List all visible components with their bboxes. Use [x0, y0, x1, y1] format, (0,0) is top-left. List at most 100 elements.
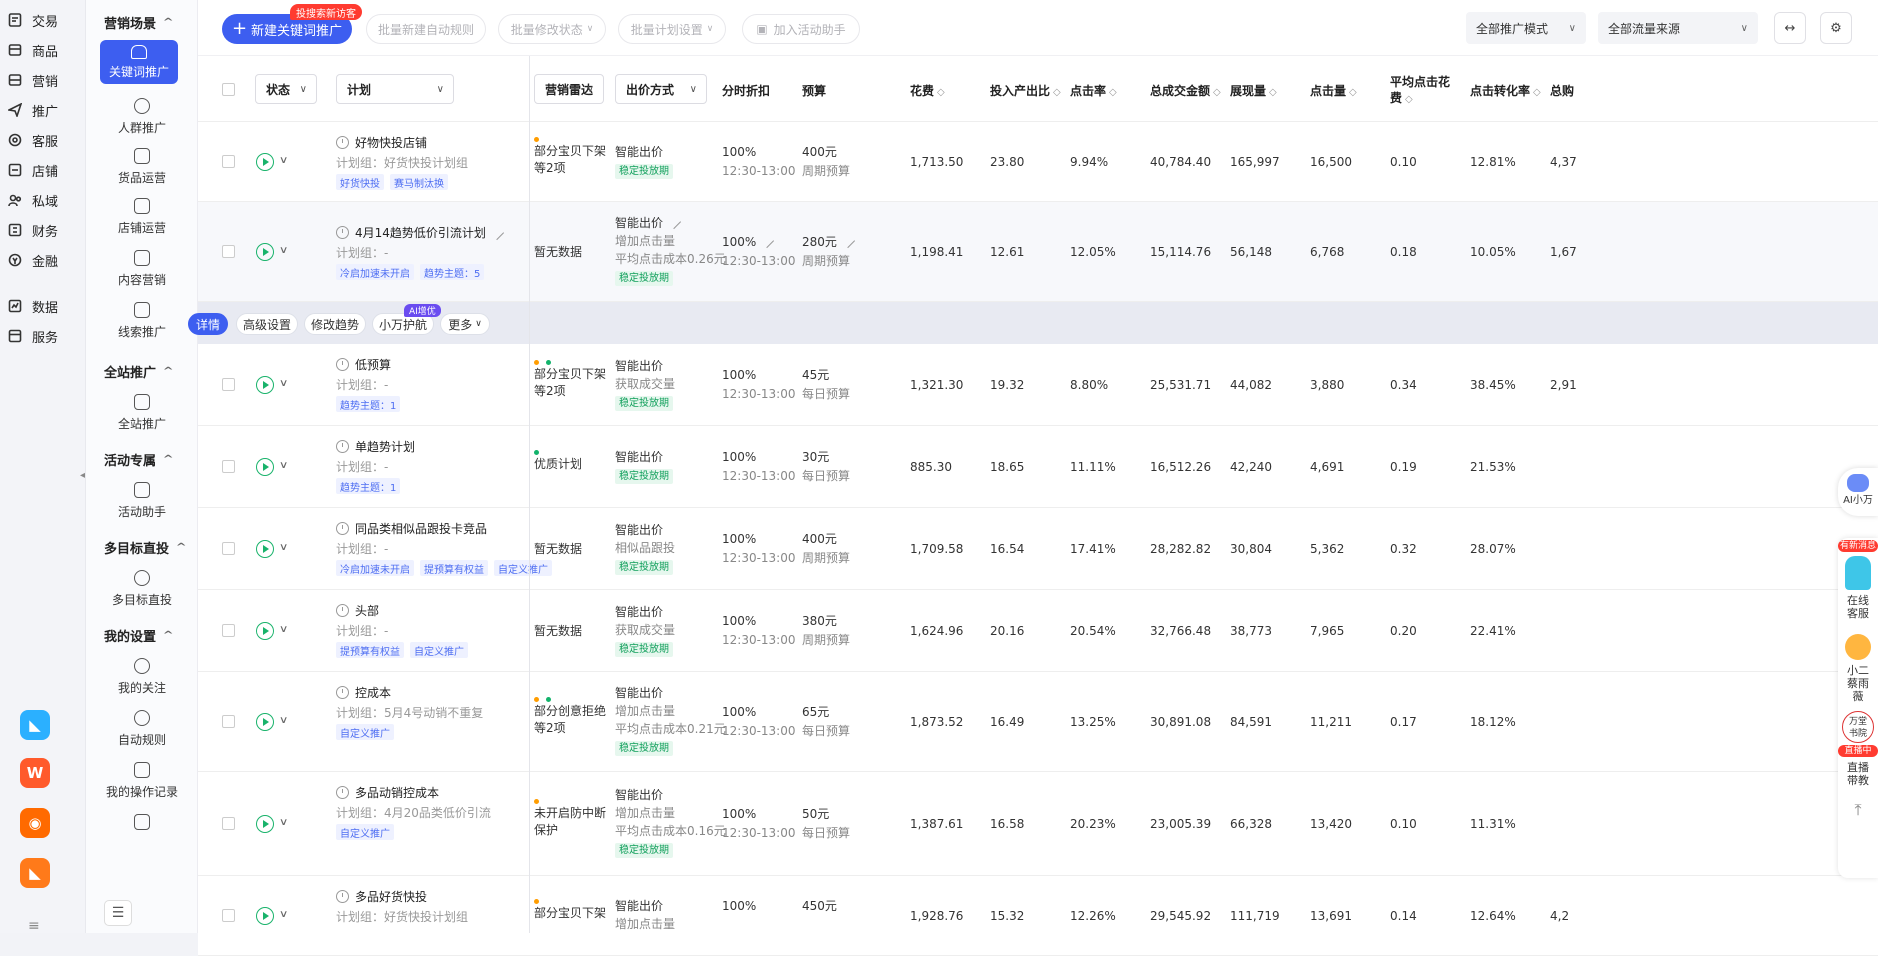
nav-item-private[interactable]: 私域	[8, 190, 58, 210]
impressions-header[interactable]: 展现量 ◇	[1230, 82, 1277, 99]
subnav-item-crowd[interactable]: 人群推广	[86, 98, 198, 136]
more-button[interactable]: 更多 ∨	[440, 313, 490, 335]
plan-name[interactable]: 低预算	[336, 356, 391, 373]
promotion-mode-select[interactable]: 全部推广模式 ∨	[1466, 12, 1586, 44]
chevron-down-icon[interactable]: ∨	[279, 378, 289, 389]
subnav-item-site-wide[interactable]: 全站推广	[86, 394, 198, 432]
subnav-item-content[interactable]: 内容营销	[86, 250, 198, 288]
subnav-item-store-ops[interactable]: 店铺运营	[86, 198, 198, 236]
traffic-source-select[interactable]: 全部流量来源 ∨	[1598, 12, 1758, 44]
collapse-sidebar-button[interactable]: ☰	[104, 900, 132, 926]
subnav-item-keyword-promotion[interactable]: 关键词推广	[100, 40, 178, 84]
plan-tag[interactable]: 冷启加速未开启	[336, 560, 414, 576]
table-row[interactable]: ∨ 头部 计划组：- 提预算有权益 自定义推广 暂无数据 智能出价 获取成交量 稳定投放期 100…	[198, 590, 1878, 672]
nav-item-goods[interactable]: 商品	[8, 40, 58, 60]
cvr-header[interactable]: 点击转化率 ◇	[1470, 82, 1541, 99]
edit-icon[interactable]	[666, 214, 682, 230]
plan-name[interactable]: 好物快投店铺	[336, 134, 427, 151]
plan-tag[interactable]: 好货快投	[336, 174, 384, 190]
chevron-down-icon[interactable]: ∨	[279, 624, 289, 635]
plan-tag[interactable]: 提预算有权益	[336, 642, 404, 658]
play-status-icon[interactable]	[256, 243, 274, 261]
chevron-down-icon[interactable]: ∨	[279, 460, 289, 471]
play-status-icon[interactable]	[256, 153, 274, 171]
subnav-item-op-log[interactable]: 我的操作记录	[86, 762, 198, 800]
assistant-button[interactable]: 小二 蔡雨薇	[1838, 664, 1878, 703]
subnav-group-my-settings[interactable]: 我的设置 ^	[104, 626, 174, 645]
subnav-group-site-wide[interactable]: 全站推广 ^	[104, 362, 174, 381]
plan-tag[interactable]: 趋势主题：1	[336, 396, 401, 412]
plan-tag[interactable]: 自定义推广	[336, 724, 394, 740]
nav-item-orders[interactable]: 交易	[8, 10, 58, 30]
chevron-down-icon[interactable]: ∨	[279, 909, 289, 920]
modify-trend-button[interactable]: 修改趋势	[304, 313, 366, 335]
advanced-settings-button[interactable]: 高级设置	[236, 313, 298, 335]
nav-item-promotion[interactable]: 推广	[8, 100, 58, 120]
add-activity-helper-button[interactable]: ▣ 加入活动助手	[742, 14, 860, 44]
subnav-group-multi-target[interactable]: 多目标直投 ^	[104, 538, 187, 557]
plan-filter[interactable]: 计划 ∨	[336, 74, 454, 104]
app-icon-4[interactable]: ◣	[20, 858, 50, 888]
nav-item-store[interactable]: 店铺	[8, 160, 58, 180]
table-row[interactable]: ∨ 低预算 计划组：- 趋势主题：1 部分宝贝下架 等2项 智能出价 获取成交量 稳定投放期 10…	[198, 344, 1878, 426]
row-checkbox[interactable]	[222, 542, 235, 555]
plan-name[interactable]: 头部	[336, 602, 379, 619]
plan-name[interactable]: 单趋势计划	[336, 438, 415, 455]
edit-icon[interactable]	[489, 225, 504, 240]
status-filter[interactable]: 状态 ∨	[255, 74, 317, 104]
plan-name[interactable]: 控成本	[336, 684, 391, 701]
cost-header[interactable]: 花费 ◇	[910, 82, 945, 99]
chevron-down-icon[interactable]: ∨	[279, 155, 289, 166]
edit-icon[interactable]	[760, 233, 775, 249]
play-status-icon[interactable]	[256, 713, 274, 731]
row-checkbox[interactable]	[222, 378, 235, 391]
play-status-icon[interactable]	[256, 458, 274, 476]
detail-button[interactable]: 详情	[188, 313, 228, 335]
app-icon-3[interactable]: ◉	[20, 808, 50, 838]
academy-badge[interactable]: 万堂 书院	[1842, 711, 1874, 743]
nav-item-service[interactable]: 客服	[8, 130, 58, 150]
nav-item-finance[interactable]: 财务	[8, 220, 58, 240]
clicks-header[interactable]: 点击量 ◇	[1310, 82, 1357, 99]
subnav-item-goods-ops[interactable]: 货品运营	[86, 148, 198, 186]
plan-name[interactable]: 多品好货快投	[336, 888, 427, 905]
edit-icon[interactable]	[840, 233, 855, 249]
play-status-icon[interactable]	[256, 907, 274, 925]
table-row[interactable]: ∨ 好物快投店铺 计划组：好货快投计划组 好货快投 赛马制汰换 部分宝贝下架 等2项 智能出价…	[198, 122, 1878, 202]
chevron-down-icon[interactable]: ∨	[279, 817, 289, 828]
row-checkbox[interactable]	[222, 817, 235, 830]
bulk-plan-button[interactable]: 批量计划设置 ∨	[618, 14, 726, 44]
chevron-down-icon[interactable]: ∨	[279, 245, 289, 256]
plan-tag[interactable]: 赛马制汰换	[390, 174, 448, 190]
subnav-group-activity[interactable]: 活动专属 ^	[104, 450, 174, 469]
row-checkbox[interactable]	[222, 909, 235, 922]
sidebar-toggle-icon[interactable]: ◂	[80, 470, 88, 494]
back-to-top-icon[interactable]: ⤒	[1838, 802, 1878, 818]
column-width-icon[interactable]: ↔	[1774, 12, 1806, 44]
play-status-icon[interactable]	[256, 815, 274, 833]
nav-item-marketing[interactable]: 营销	[8, 70, 58, 90]
nav-item-data[interactable]: 数据	[8, 296, 58, 316]
plan-tag[interactable]: 提预算有权益	[420, 560, 488, 576]
row-checkbox[interactable]	[222, 245, 235, 258]
table-row[interactable]: ∨ 多品动销控成本 计划组：4月20品类低价引流 自定义推广 未开启防中断 保护 智能出价增…	[198, 772, 1878, 876]
plan-name[interactable]: 多品动销控成本	[336, 784, 439, 801]
gmv-header[interactable]: 总成交金额 ◇	[1150, 82, 1221, 99]
live-teach-button[interactable]: 直播 带教	[1838, 761, 1878, 787]
app-icon-1[interactable]: ◣	[20, 710, 50, 740]
subnav-item-leads[interactable]: 线索推广	[86, 302, 198, 340]
app-icon-2[interactable]: W	[20, 758, 50, 788]
row-checkbox[interactable]	[222, 624, 235, 637]
plan-tag[interactable]: 冷启加速未开启	[336, 264, 414, 280]
subnav-group-marketing-scenes[interactable]: 营销场景 ^	[104, 13, 174, 32]
plan-tag[interactable]: 自定义推广	[494, 560, 552, 576]
ctr-header[interactable]: 点击率 ◇	[1070, 82, 1117, 99]
plan-tag[interactable]: 趋势主题：5	[420, 264, 485, 280]
subnav-item-more[interactable]	[86, 814, 198, 835]
row-checkbox[interactable]	[222, 715, 235, 728]
menu-icon[interactable]: ≡	[28, 918, 40, 934]
plan-tag[interactable]: 自定义推广	[336, 824, 394, 840]
chevron-down-icon[interactable]: ∨	[279, 542, 289, 553]
gear-icon[interactable]: ⚙	[1820, 12, 1852, 44]
play-status-icon[interactable]	[256, 376, 274, 394]
